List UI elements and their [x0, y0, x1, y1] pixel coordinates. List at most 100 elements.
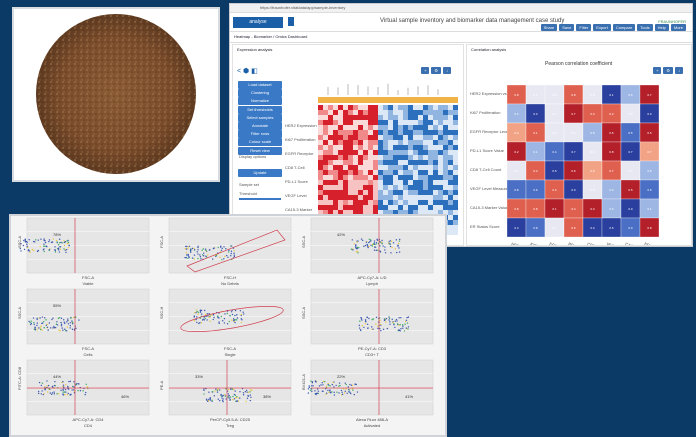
- heatmap-cell: [368, 145, 373, 150]
- heatmap-cell: [323, 135, 328, 140]
- heatmap-cell: [423, 105, 428, 110]
- url-field[interactable]: https://fraunhofer.vitaldata/app/sample-…: [260, 5, 345, 10]
- toolbar-button-more[interactable]: More: [670, 24, 686, 31]
- toolbar-button-tools[interactable]: Tools: [637, 24, 653, 31]
- corr-value: 0.5: [609, 131, 614, 135]
- heatmap-cell: [378, 155, 383, 160]
- threshold-slider[interactable]: [239, 198, 281, 200]
- heatmap-cell: [443, 145, 448, 150]
- toolbar-button-export[interactable]: Export: [593, 24, 611, 31]
- heatmap-cell: [438, 125, 443, 130]
- heatmap-cell: [428, 130, 433, 135]
- toolbar-button-compare[interactable]: Compare: [612, 24, 636, 31]
- heatmap-cell: [413, 130, 418, 135]
- heatmap-cell: [413, 135, 418, 140]
- corr-zoom-button[interactable]: +: [653, 67, 662, 74]
- zoom-button[interactable]: +: [421, 67, 430, 74]
- heatmap-cell: [438, 175, 443, 180]
- heatmap-cell: [443, 175, 448, 180]
- expression-heatmap[interactable]: [318, 75, 458, 235]
- heatmap-cell: [353, 160, 358, 165]
- heatmap-cell: [323, 155, 328, 160]
- side-button-6[interactable]: Filter rows: [238, 130, 282, 139]
- heatmap-cell: [453, 210, 458, 215]
- heatmap-cell: [318, 130, 323, 135]
- side-button-4[interactable]: Select samples: [238, 113, 282, 122]
- corr-value: 0.0: [590, 150, 595, 154]
- heatmap-cell: [378, 205, 383, 210]
- heatmap-cell: [348, 205, 353, 210]
- heatmap-cell: [408, 180, 413, 185]
- heatmap-cell: [323, 140, 328, 145]
- heatmap-cell: [398, 180, 403, 185]
- app-logo[interactable]: analyse: [233, 17, 283, 28]
- update-button[interactable]: Update: [238, 169, 282, 177]
- heatmap-cell: [413, 200, 418, 205]
- heatmap-cell: [403, 190, 408, 195]
- side-button-5[interactable]: Annotate: [238, 122, 282, 130]
- row-label: HER2 Expression: [285, 123, 317, 128]
- heatmap-cell: [348, 150, 353, 155]
- toolbar-button-save[interactable]: Save: [559, 24, 575, 31]
- menu-icon[interactable]: [288, 17, 294, 26]
- heatmap-cell: [408, 150, 413, 155]
- heatmap-cell: [438, 105, 443, 110]
- heatmap-cell: [428, 120, 433, 125]
- heatmap-cell: [343, 200, 348, 205]
- side-button-3[interactable]: Set thresholds: [238, 105, 282, 114]
- side-button-1[interactable]: Clustering: [238, 89, 282, 98]
- side-button-2[interactable]: Normalize: [238, 97, 282, 106]
- side-button-0[interactable]: Load dataset: [238, 81, 282, 89]
- heatmap-cell: [448, 170, 453, 175]
- heatmap-cell: [448, 190, 453, 195]
- corr-value: 0.1: [533, 131, 538, 135]
- settings-button[interactable]: ⚙: [431, 67, 441, 74]
- corr-row-label: EGFR Receptor Level: [470, 129, 510, 134]
- heatmap-cell: [408, 200, 413, 205]
- heatmap-cell: [433, 125, 438, 130]
- corr-value: 0.0: [590, 169, 595, 173]
- heatmap-cell: [318, 140, 323, 145]
- heatmap-cell: [403, 170, 408, 175]
- corr-download-button[interactable]: ↓: [675, 67, 683, 74]
- heatmap-cell: [408, 185, 413, 190]
- heatmap-cell: [378, 185, 383, 190]
- heatmap-cell: [328, 180, 333, 185]
- corr-value: 0.3: [514, 226, 519, 230]
- heatmap-cell: [338, 175, 343, 180]
- tab-active[interactable]: Heatmap - Biomarker / Omics Dashboard: [234, 34, 307, 39]
- heatmap-cell: [333, 125, 338, 130]
- heatmap-cell: [438, 190, 443, 195]
- heatmap-cell: [398, 160, 403, 165]
- heatmap-cell: [343, 115, 348, 120]
- toolbar-button-filter[interactable]: Filter: [576, 24, 592, 31]
- corr-value: 0.7: [647, 93, 652, 97]
- download-button[interactable]: ↓: [443, 67, 451, 74]
- heatmap-cell: [323, 145, 328, 150]
- heatmap-cell: [358, 155, 363, 160]
- heatmap-cell: [318, 120, 323, 125]
- heatmap-cell: [453, 125, 458, 130]
- heatmap-cell: [328, 115, 333, 120]
- heatmap-cell: [438, 120, 443, 125]
- heatmap-cell: [373, 190, 378, 195]
- heatmap-cell: [418, 145, 423, 150]
- flow-plot: SingleFSC-A SSC-H: [159, 288, 292, 357]
- heatmap-cell: [343, 150, 348, 155]
- toolbar-button-share[interactable]: Share: [540, 24, 558, 31]
- heatmap-cell: [363, 175, 368, 180]
- heatmap-cell: [368, 185, 373, 190]
- heatmap-cell: [383, 115, 388, 120]
- correlation-heatmap[interactable]: 0.8 0.1 0.6 0.8 0.8 0.1 0.6 0.7 0.6 0.3 0.2 0.7 0.3 0…: [507, 85, 687, 245]
- corr-settings-button[interactable]: ⚙: [663, 67, 673, 74]
- heatmap-cell: [408, 190, 413, 195]
- toolbar-button-help[interactable]: Help: [654, 24, 669, 31]
- share-icon[interactable]: < ⬢ ◧: [237, 67, 258, 75]
- heatmap-cell: [323, 195, 328, 200]
- heatmap-cell: [323, 200, 328, 205]
- side-button-7[interactable]: Colour scale: [238, 138, 282, 147]
- heatmap-cell: [368, 195, 373, 200]
- corr-value: 0.6: [514, 112, 519, 116]
- corr-value: 0.2: [552, 112, 557, 116]
- heatmap-cell: [323, 130, 328, 135]
